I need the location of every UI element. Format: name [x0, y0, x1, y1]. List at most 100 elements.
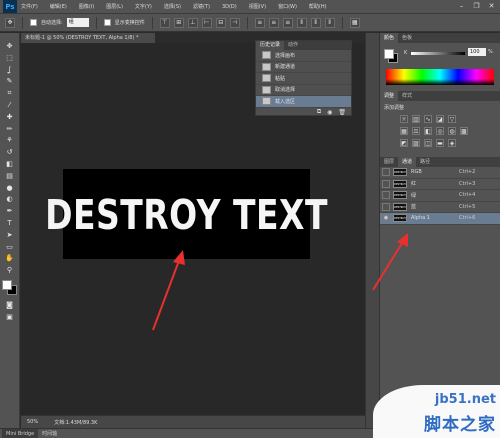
align-right-icon[interactable]: ⊣ [229, 17, 240, 28]
menu-window[interactable]: 窗口(W) [278, 3, 297, 10]
hand-icon[interactable]: ✋ [4, 253, 16, 264]
selective-color-icon[interactable]: ◈ [448, 139, 456, 147]
color-spectrum[interactable] [386, 69, 494, 85]
menu-select[interactable]: 选择(S) [164, 3, 181, 10]
menu-filter[interactable]: 滤镜(T) [193, 3, 210, 10]
tab-channels[interactable]: 通道 [398, 157, 417, 167]
align-top-icon[interactable]: ⊤ [159, 17, 170, 28]
minimize-icon[interactable]: – [457, 2, 466, 11]
k-slider[interactable] [411, 52, 465, 55]
black-white-icon[interactable]: ◧ [424, 127, 432, 135]
blur-icon[interactable]: ● [4, 183, 16, 194]
distribute-bottom-icon[interactable]: ≡ [282, 17, 293, 28]
tab-swatches[interactable]: 色板 [398, 33, 416, 43]
gradient-icon[interactable]: ▤ [4, 171, 16, 182]
history-item-selected[interactable]: 载入选区 [256, 96, 351, 108]
type-icon[interactable]: T [4, 218, 16, 229]
tab-color[interactable]: 颜色 [380, 33, 399, 43]
camera-icon[interactable]: ◉ [327, 109, 332, 116]
tab-styles[interactable]: 样式 [398, 91, 416, 101]
color-balance-icon[interactable]: ⚖ [412, 127, 420, 135]
align-left-icon[interactable]: ⊢ [201, 17, 212, 28]
restore-icon[interactable]: ❐ [472, 2, 481, 11]
tab-timeline[interactable]: 时间轴 [38, 429, 61, 438]
foreground-color-swatch[interactable] [1, 280, 12, 291]
clone-stamp-icon[interactable]: ⚘ [4, 135, 16, 146]
visibility-icon[interactable] [382, 202, 390, 211]
distribute-top-icon[interactable]: ≡ [254, 17, 265, 28]
distribute-right-icon[interactable]: ⦀ [324, 17, 335, 28]
align-bottom-icon[interactable]: ⊥ [187, 17, 198, 28]
dodge-icon[interactable]: ◐ [4, 194, 16, 205]
pen-icon[interactable]: ✒ [4, 206, 16, 217]
channel-row-selected[interactable]: ◉ DESTROY Alpha 1 Ctrl+6 [380, 213, 500, 225]
move-icon[interactable]: ✥ [4, 41, 16, 52]
tab-paths[interactable]: 路径 [416, 157, 434, 167]
zoom-icon[interactable]: ⚲ [4, 265, 16, 276]
channel-row[interactable]: DESTROY RGB Ctrl+2 [380, 167, 500, 179]
close-icon[interactable]: ✕ [487, 2, 496, 11]
auto-select-dropdown[interactable]: 组 [66, 18, 89, 27]
document-tab[interactable]: 未标题-1 @ 50% (DESTROY TEXT, Alpha 1/8) * [21, 33, 155, 43]
quick-select-icon[interactable]: ✎ [4, 76, 16, 87]
history-item[interactable]: 粘贴 [256, 73, 351, 85]
menu-layer[interactable]: 图层(L) [106, 3, 123, 10]
curves-icon[interactable]: ∿ [424, 115, 432, 123]
hue-saturation-icon[interactable]: ▦ [400, 127, 408, 135]
document-canvas[interactable]: DESTROY TEXT [45, 169, 327, 259]
auto-align-icon[interactable]: ▦ [349, 17, 360, 28]
tab-actions[interactable]: 动作 [284, 41, 302, 50]
visibility-icon[interactable] [382, 168, 390, 177]
brush-icon[interactable]: ✏ [4, 124, 16, 135]
align-hcenter-icon[interactable]: ⊟ [215, 17, 226, 28]
distribute-left-icon[interactable]: ⦀ [296, 17, 307, 28]
menu-view[interactable]: 视图(V) [249, 3, 266, 10]
collapsed-dock[interactable] [365, 33, 379, 428]
crop-icon[interactable]: ⌗ [4, 88, 16, 99]
quick-mask-icon[interactable]: ◙ [4, 300, 16, 311]
tab-adjustments[interactable]: 调整 [380, 91, 399, 101]
distribute-vcenter-icon[interactable]: ≡ [268, 17, 279, 28]
zoom-level[interactable]: 50% [27, 419, 38, 425]
exposure-icon[interactable]: ◪ [436, 115, 444, 123]
trash-icon[interactable]: 🗑 [338, 109, 346, 116]
screen-mode-icon[interactable]: ▣ [4, 312, 16, 323]
posterize-icon[interactable]: ▨ [412, 139, 420, 147]
tab-history[interactable]: 历史记录 [256, 41, 285, 50]
history-item[interactable]: 新建通道 [256, 62, 351, 73]
photo-filter-icon[interactable]: ◎ [436, 127, 444, 135]
menu-help[interactable]: 帮助(H) [309, 3, 327, 10]
tab-layers[interactable]: 图层 [380, 157, 398, 167]
k-value-input[interactable]: 100 [468, 48, 486, 56]
tab-mini-bridge[interactable]: Mini Bridge [2, 428, 39, 438]
healing-icon[interactable]: ✚ [4, 112, 16, 123]
menu-file[interactable]: 文件(F) [21, 3, 38, 10]
gradient-map-icon[interactable]: ▬ [436, 139, 444, 147]
eyedropper-icon[interactable]: ⁄ [4, 100, 16, 111]
menu-edit[interactable]: 编辑(E) [50, 3, 67, 10]
channel-row[interactable]: DESTROY 红 Ctrl+3 [380, 179, 500, 190]
foreground-color-swatch[interactable] [384, 49, 394, 59]
channel-row[interactable]: DESTROY 绿 Ctrl+4 [380, 190, 500, 202]
rectangle-icon[interactable]: ▭ [4, 242, 16, 253]
visibility-icon[interactable] [382, 191, 390, 200]
distribute-hcenter-icon[interactable]: ⦀ [310, 17, 321, 28]
eraser-icon[interactable]: ◧ [4, 159, 16, 170]
vibrance-icon[interactable]: ▽ [448, 115, 456, 123]
menu-3d[interactable]: 3D(D) [222, 4, 237, 10]
color-swatches[interactable] [1, 280, 18, 296]
menu-image[interactable]: 图像(I) [79, 3, 94, 10]
brightness-icon[interactable]: ☼ [400, 115, 408, 123]
threshold-icon[interactable]: ◫ [424, 139, 432, 147]
channel-mixer-icon[interactable]: ◍ [448, 127, 456, 135]
history-brush-icon[interactable]: ↺ [4, 147, 16, 158]
color-lookup-icon[interactable]: ▩ [460, 127, 468, 135]
menu-type[interactable]: 文字(Y) [135, 3, 152, 10]
new-document-icon[interactable]: ⧉ [317, 108, 321, 116]
invert-icon[interactable]: ◩ [400, 139, 408, 147]
document-size[interactable]: 文档:1.43M/89.3K [54, 419, 97, 426]
levels-icon[interactable]: ▥ [412, 115, 420, 123]
lasso-icon[interactable]: ʆ [4, 65, 16, 76]
show-transform-checkbox[interactable] [103, 19, 111, 26]
auto-select-checkbox[interactable] [30, 19, 37, 26]
